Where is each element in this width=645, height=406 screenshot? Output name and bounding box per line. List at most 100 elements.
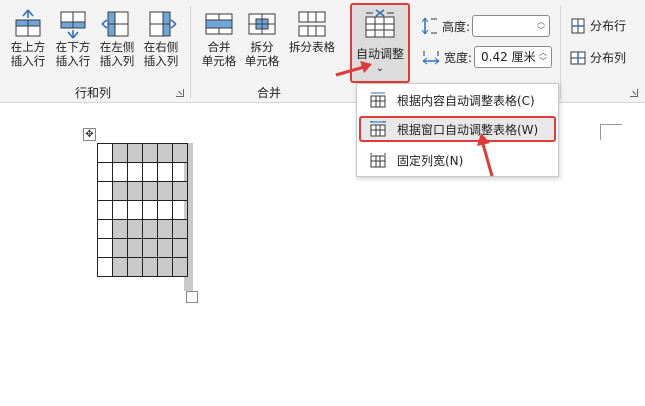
- group-separator: [560, 6, 561, 98]
- split-cells-icon: [248, 13, 276, 35]
- table-cell[interactable]: [112, 143, 128, 163]
- insert-row-below-label-2: 插入行: [55, 54, 91, 68]
- distribute-cols-button[interactable]: 分布列: [570, 49, 626, 66]
- table-cell[interactable]: [97, 257, 113, 277]
- table-row: [97, 219, 188, 239]
- table-row: [97, 257, 188, 277]
- distribute-rows-icon: [571, 18, 585, 33]
- table-cell[interactable]: [172, 181, 188, 201]
- table-cell[interactable]: [142, 200, 158, 220]
- insert-row-below-label-1: 在下方: [55, 40, 91, 54]
- table-cell[interactable]: [157, 257, 173, 277]
- autofit-window-label: 根据窗口自动调整表格(W): [397, 122, 539, 137]
- table-move-handle-icon[interactable]: ✥: [83, 128, 96, 141]
- table-cell[interactable]: [172, 219, 188, 239]
- table-cell[interactable]: [157, 181, 173, 201]
- insert-col-left-label-1: 在左侧: [99, 40, 135, 54]
- table-cell[interactable]: [127, 143, 143, 163]
- annotation-arrow-2: [477, 133, 494, 177]
- table-cell[interactable]: [157, 219, 173, 239]
- insert-row-above-button[interactable]: 在上方 插入行: [8, 8, 48, 68]
- insert-col-right-icon: [149, 11, 177, 37]
- merge-cells-icon: [205, 13, 233, 35]
- menu-item-fixed-width[interactable]: 固定列宽(N): [359, 147, 556, 173]
- distribute-rows-button[interactable]: 分布行: [570, 17, 626, 34]
- table-cell[interactable]: [142, 162, 158, 182]
- table-row: [97, 162, 188, 182]
- table-cell[interactable]: [142, 219, 158, 239]
- insert-col-right-label-2: 插入列: [143, 54, 179, 68]
- table-cell[interactable]: [127, 219, 143, 239]
- merge-cells-label-1: 合并: [207, 40, 231, 54]
- table-cell[interactable]: [97, 143, 113, 163]
- table-cell[interactable]: [97, 181, 113, 201]
- insert-row-above-label-1: 在上方: [10, 40, 46, 54]
- table-cell[interactable]: [127, 162, 143, 182]
- spin-arrows-icon[interactable]: ︿ ﹀: [539, 48, 547, 66]
- group-separator: [190, 6, 191, 98]
- table-cell[interactable]: [172, 257, 188, 277]
- autofit-menu: 根据内容自动调整表格(C) 根据窗口自动调整表格(W) 固定列宽(N): [356, 83, 559, 177]
- rows-cols-group-label: 行和列: [75, 86, 112, 100]
- table-cell[interactable]: [157, 200, 173, 220]
- table-cell[interactable]: [112, 162, 128, 182]
- width-input[interactable]: 0.42 厘米 ︿ ﹀: [474, 46, 552, 68]
- table-cell[interactable]: [127, 238, 143, 258]
- table-cell[interactable]: [127, 200, 143, 220]
- cell-size-launcher-icon[interactable]: [630, 89, 638, 97]
- width-row: 宽度: 0.42 厘米 ︿ ﹀: [422, 46, 552, 68]
- table-cell[interactable]: [157, 162, 173, 182]
- table-cell[interactable]: [97, 219, 113, 239]
- autofit-contents-label: 根据内容自动调整表格(C): [397, 93, 535, 108]
- split-table-icon: [298, 11, 326, 37]
- table-cell[interactable]: [172, 238, 188, 258]
- insert-row-above-icon: [15, 9, 41, 37]
- table-cell[interactable]: [127, 257, 143, 277]
- table-cell[interactable]: [142, 257, 158, 277]
- insert-row-below-button[interactable]: 在下方 插入行: [53, 8, 93, 68]
- table-row: [97, 238, 188, 258]
- table-cell[interactable]: [157, 238, 173, 258]
- table-cell[interactable]: [142, 181, 158, 201]
- height-input[interactable]: ︿ ﹀: [472, 15, 550, 37]
- insert-col-right-label-1: 在右侧: [143, 40, 179, 54]
- rows-cols-launcher-icon[interactable]: [176, 89, 184, 97]
- split-cells-label-1: 拆分: [250, 40, 274, 54]
- document-table[interactable]: [97, 143, 188, 277]
- table-cell[interactable]: [112, 257, 128, 277]
- table-cell[interactable]: [142, 143, 158, 163]
- page-margin-corner: [600, 124, 622, 140]
- split-cells-button[interactable]: 拆分 单元格: [242, 8, 282, 68]
- menu-item-autofit-contents[interactable]: 根据内容自动调整表格(C): [359, 87, 556, 113]
- table-cell[interactable]: [157, 143, 173, 163]
- table-cell[interactable]: [112, 219, 128, 239]
- spin-arrows-icon[interactable]: ︿ ﹀: [537, 17, 545, 35]
- col-width-icon: [422, 51, 440, 65]
- table-cell[interactable]: [112, 238, 128, 258]
- merge-group-label: 合并: [257, 86, 282, 100]
- table-row: [97, 143, 188, 163]
- table-cell[interactable]: [97, 162, 113, 182]
- table-resize-handle[interactable]: [186, 291, 198, 303]
- table-cell[interactable]: [97, 200, 113, 220]
- autofit-window-icon: [369, 121, 387, 137]
- table-cell[interactable]: [127, 181, 143, 201]
- distribute-cols-label: 分布列: [590, 51, 627, 65]
- split-table-button[interactable]: 拆分表格: [286, 8, 338, 54]
- table-cell[interactable]: [142, 238, 158, 258]
- table-cell[interactable]: [112, 200, 128, 220]
- insert-col-right-button[interactable]: 在右侧 插入列: [141, 8, 181, 68]
- table-cell[interactable]: [172, 143, 188, 163]
- insert-row-above-label-2: 插入行: [10, 54, 46, 68]
- table-cell[interactable]: [97, 238, 113, 258]
- table-cell[interactable]: [172, 200, 188, 220]
- menu-item-autofit-window[interactable]: 根据窗口自动调整表格(W): [359, 116, 556, 142]
- width-value: 0.42 厘米: [481, 50, 536, 64]
- width-label: 宽度:: [444, 50, 473, 65]
- table-cell[interactable]: [172, 162, 188, 182]
- insert-col-left-button[interactable]: 在左侧 插入列: [97, 8, 137, 68]
- merge-cells-button[interactable]: 合并 单元格: [199, 8, 239, 68]
- table-cell[interactable]: [112, 181, 128, 201]
- autofit-contents-icon: [370, 92, 386, 108]
- insert-col-left-icon: [101, 11, 129, 37]
